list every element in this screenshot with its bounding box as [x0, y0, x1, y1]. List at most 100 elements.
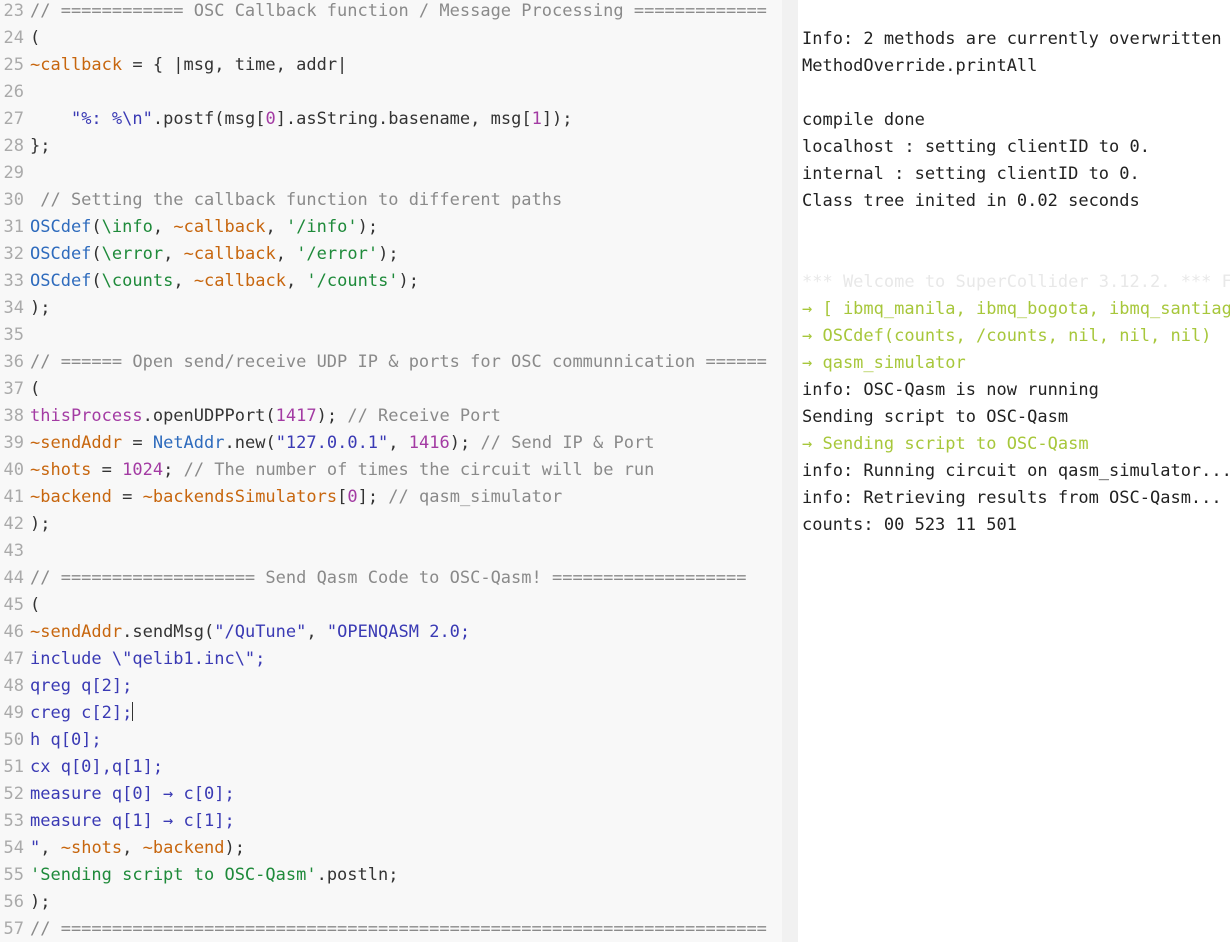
code-line[interactable]: 43 — [0, 540, 782, 567]
code-line[interactable]: 35 — [0, 324, 782, 351]
post-window[interactable]: Info: 2 methods are currently overwritte… — [798, 0, 1230, 942]
code-line[interactable]: 46 ~sendAddr.sendMsg("/QuTune", "OPENQASM… — [0, 621, 782, 648]
code-text: // =================== Send Qasm Code to… — [24, 567, 746, 589]
code-text: ", ~shots, ~backend); — [24, 837, 245, 859]
code-line[interactable]: 44 // =================== Send Qasm Code … — [0, 567, 782, 594]
line-number: 52 — [3, 784, 24, 804]
line-number: 49 — [3, 703, 24, 723]
code-text: ); — [24, 891, 50, 913]
code-token: , — [265, 217, 286, 237]
code-text: ~callback = { |msg, time, addr| — [24, 54, 347, 76]
number-token: 1024 — [122, 460, 164, 480]
code-editor[interactable]: 23 // ============ OSC Callback function … — [0, 0, 783, 942]
code-token: ); — [30, 298, 51, 318]
code-line[interactable]: 24 ( — [0, 27, 782, 54]
code-text: ( — [24, 27, 40, 49]
post-line: *** Welcome to SuperCollider 3.12.2. ***… — [802, 272, 1230, 292]
env-var-token: ~backend — [30, 487, 112, 507]
code-text: }; — [24, 135, 50, 157]
code-text: qreg q[2]; — [24, 675, 132, 697]
code-line[interactable]: 52 measure q[0] → c[0]; — [0, 783, 782, 810]
string-token: measure q[1] → c[1]; — [30, 811, 235, 831]
line-number: 53 — [3, 811, 24, 831]
symbol-token: \counts — [101, 271, 174, 291]
code-text: include \"qelib1.inc\"; — [24, 648, 265, 670]
pane-splitter[interactable] — [782, 0, 799, 942]
code-text: ~backend = ~backendsSimulators[0]; // qa… — [24, 486, 562, 508]
symbol-token: \error — [101, 244, 164, 264]
code-line[interactable]: 25 ~callback = { |msg, time, addr| — [0, 54, 782, 81]
code-line[interactable]: 28}; — [0, 135, 782, 162]
code-line[interactable]: 50 h q[0]; — [0, 729, 782, 756]
code-line[interactable]: 33 OSCdef(\counts, ~callback, '/counts'); — [0, 270, 782, 297]
code-line[interactable]: 53 measure q[1] → c[1]; — [0, 810, 782, 837]
line-number: 46 — [3, 622, 24, 642]
code-line[interactable]: 34); — [0, 297, 782, 324]
code-line[interactable]: 57 // ===================================… — [0, 918, 782, 942]
line-number: 34 — [3, 298, 24, 318]
code-text: measure q[0] → c[0]; — [24, 783, 235, 805]
code-line[interactable]: 30 // Setting the callback function to d… — [0, 189, 782, 216]
code-line[interactable]: 32 OSCdef(\error, ~callback, '/error'); — [0, 243, 782, 270]
code-line[interactable]: 31 OSCdef(\info, ~callback, '/info'); — [0, 216, 782, 243]
code-line[interactable]: 27 "%: %\n".postf(msg[0].asString.basena… — [0, 108, 782, 135]
code-text: ~shots = 1024; // The number of times th… — [24, 459, 654, 481]
code-line[interactable]: 42); — [0, 513, 782, 540]
post-line: → Sending script to OSC-Qasm — [802, 434, 1089, 454]
string-token: "127.0.0.1" — [275, 433, 389, 453]
class-token: OSCdef — [30, 244, 92, 264]
symbol-token: '/error' — [296, 244, 379, 264]
code-token: ; — [163, 460, 184, 480]
code-line[interactable]: 55 'Sending script to OSC-Qasm'.postln; — [0, 864, 782, 891]
line-number: 47 — [3, 649, 24, 669]
code-token: ); — [30, 892, 51, 912]
post-line: info: OSC-Qasm is now running — [802, 380, 1099, 400]
code-line[interactable]: 26 — [0, 81, 782, 108]
code-token: ( — [91, 217, 102, 237]
code-token: .postln; — [316, 865, 399, 885]
code-line[interactable]: 38 thisProcess.openUDPPort(1417); // Rece… — [0, 405, 782, 432]
line-number: 37 — [3, 379, 24, 399]
env-var-token: ~backendsSimulators — [142, 487, 338, 507]
code-line[interactable]: 48 qreg q[2]; — [0, 675, 782, 702]
code-line[interactable]: 49 creg c[2]; — [0, 702, 782, 729]
code-line[interactable]: 54 ", ~shots, ~backend); — [0, 837, 782, 864]
code-line[interactable]: 37 ( — [0, 378, 782, 405]
line-number: 36 — [3, 352, 24, 372]
line-number: 55 — [3, 865, 24, 885]
code-line[interactable]: 45 ( — [0, 594, 782, 621]
code-line[interactable]: 39 ~sendAddr = NetAddr.new("127.0.0.1", 1… — [0, 432, 782, 459]
string-token: "/QuTune" — [214, 622, 307, 642]
code-text: ( — [24, 594, 40, 616]
code-token: , — [306, 622, 327, 642]
post-line — [802, 244, 1230, 271]
code-line[interactable]: 56); — [0, 891, 782, 918]
code-line[interactable]: 40 ~shots = 1024; // The number of times … — [0, 459, 782, 486]
code-line[interactable]: 41 ~backend = ~backendsSimulators[0]; // … — [0, 486, 782, 513]
code-line[interactable]: 51 cx q[0],q[1]; — [0, 756, 782, 783]
code-line[interactable]: 47 include \"qelib1.inc\"; — [0, 648, 782, 675]
line-number: 25 — [3, 55, 24, 75]
code-text: // =====================================… — [24, 918, 767, 940]
post-line: Sending script to OSC-Qasm — [802, 407, 1069, 427]
code-token: [ — [337, 487, 348, 507]
code-line[interactable]: 23 // ============ OSC Callback function … — [0, 0, 782, 27]
comment-token: // qasm_simulator — [388, 487, 563, 507]
line-number: 32 — [3, 244, 24, 264]
comment-token: // =================== Send Qasm Code to… — [30, 568, 747, 588]
code-line[interactable]: 36 // ====== Open send/receive UDP IP & p… — [0, 351, 782, 378]
line-number: 51 — [3, 757, 24, 777]
comment-token: // Setting the callback function to diff… — [30, 190, 563, 210]
comment-token: // ============ OSC Callback function / … — [30, 1, 767, 21]
code-token: , — [40, 838, 61, 858]
env-var-token: ~sendAddr — [30, 433, 123, 453]
line-number: 23 — [3, 1, 24, 21]
code-line[interactable]: 29 — [0, 162, 782, 189]
string-token: measure q[0] → c[0]; — [30, 784, 235, 804]
code-token: ); — [30, 514, 51, 534]
string-token: include \"qelib1.inc\"; — [30, 649, 266, 669]
line-number: 40 — [3, 460, 24, 480]
code-token: ]); — [541, 109, 573, 129]
code-token: , — [285, 271, 307, 291]
